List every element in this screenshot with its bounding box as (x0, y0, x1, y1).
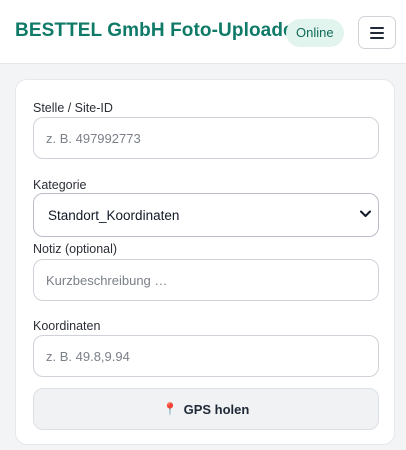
coordinates-input[interactable] (33, 335, 379, 377)
app-title: BESTTEL GmbH Foto-Uploader (15, 20, 302, 41)
note-input[interactable] (33, 259, 379, 301)
hamburger-menu-icon (370, 26, 384, 39)
menu-button[interactable] (358, 16, 396, 49)
top-bar: BESTTEL GmbH Foto-Uploader Online (0, 0, 406, 64)
category-select[interactable]: Standort_Koordinaten (33, 193, 379, 237)
pushpin-icon: 📍 (162, 402, 178, 416)
gps-button[interactable]: 📍 GPS holen (33, 388, 379, 430)
site-id-input[interactable] (33, 117, 379, 159)
status-badge: Online (286, 19, 344, 47)
gps-button-label: GPS holen (183, 401, 250, 417)
chevron-down-icon (360, 210, 371, 217)
category-label: Kategorie (33, 178, 87, 192)
site-id-label: Stelle / Site-ID (33, 101, 113, 115)
upload-form-card: Stelle / Site-ID Kategorie Standort_Koor… (15, 79, 395, 445)
coordinates-label: Koordinaten (33, 319, 101, 333)
note-label: Notiz (optional) (33, 242, 118, 256)
category-selected-value: Standort_Koordinaten (48, 208, 180, 223)
